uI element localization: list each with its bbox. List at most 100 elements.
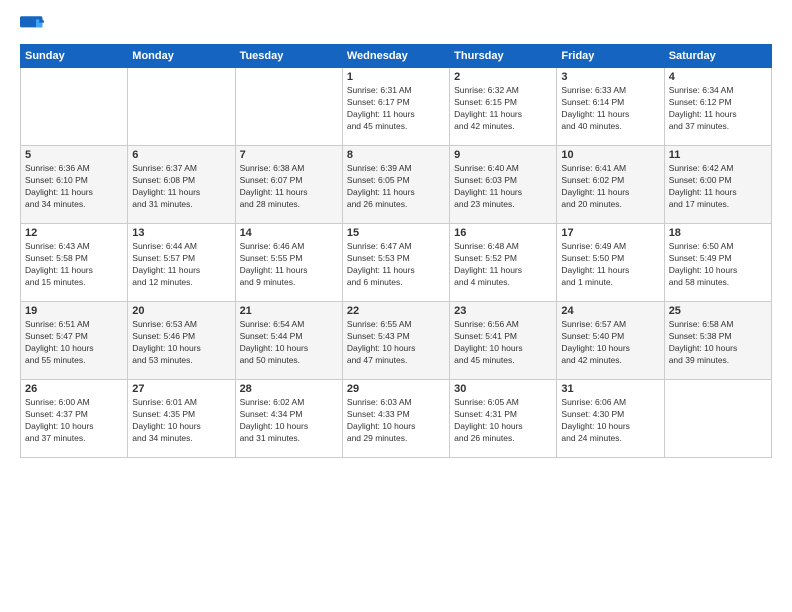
calendar-cell: 2 Sunrise: 6:32 AM Sunset: 6:15 PM Daylig… bbox=[450, 68, 557, 146]
calendar-cell: 23Sunrise: 6:56 AM Sunset: 5:41 PM Dayli… bbox=[450, 302, 557, 380]
day-number: 12 bbox=[25, 227, 123, 239]
day-info: Sunrise: 6:51 AM Sunset: 5:47 PM Dayligh… bbox=[25, 319, 123, 367]
day-number: 10 bbox=[561, 149, 659, 161]
day-number: 31 bbox=[561, 383, 659, 395]
calendar-cell: 22 Sunrise: 6:55 AM Sunset: 5:43 PM Dayli… bbox=[342, 302, 449, 380]
day-info: Sunrise: 6:58 AM Sunset: 5:38 PM Dayligh… bbox=[669, 319, 767, 367]
day-number: 26 bbox=[25, 383, 123, 395]
day-info: Sunrise: 6:53 AM Sunset: 5:46 PM Dayligh… bbox=[132, 319, 230, 367]
calendar-cell: 18 Sunrise: 6:50 AM Sunset: 5:49 PM Dayli… bbox=[664, 224, 771, 302]
day-number: 1 bbox=[347, 71, 445, 83]
week-row-1: 1 Sunrise: 6:31 AM Sunset: 6:17 PM Daylig… bbox=[21, 68, 772, 146]
calendar-cell: 29 Sunrise: 6:03 AM Sunset: 4:33 PM Dayli… bbox=[342, 380, 449, 458]
calendar-cell: 19 Sunrise: 6:51 AM Sunset: 5:47 PM Dayli… bbox=[21, 302, 128, 380]
week-row-5: 26 Sunrise: 6:00 AM Sunset: 4:37 PM Dayli… bbox=[21, 380, 772, 458]
calendar-cell: 5 Sunrise: 6:36 AM Sunset: 6:10 PM Daylig… bbox=[21, 146, 128, 224]
calendar-cell: 31Sunrise: 6:06 AM Sunset: 4:30 PM Dayli… bbox=[557, 380, 664, 458]
calendar-cell: 15 Sunrise: 6:47 AM Sunset: 5:53 PM Dayli… bbox=[342, 224, 449, 302]
calendar-cell: 16 Sunrise: 6:48 AM Sunset: 5:52 PM Dayli… bbox=[450, 224, 557, 302]
day-number: 4 bbox=[669, 71, 767, 83]
calendar-cell: 24Sunrise: 6:57 AM Sunset: 5:40 PM Dayli… bbox=[557, 302, 664, 380]
calendar-cell: 11Sunrise: 6:42 AM Sunset: 6:00 PM Dayli… bbox=[664, 146, 771, 224]
day-number: 28 bbox=[240, 383, 338, 395]
weekday-header-friday: Friday bbox=[557, 45, 664, 68]
calendar-cell: 26 Sunrise: 6:00 AM Sunset: 4:37 PM Dayli… bbox=[21, 380, 128, 458]
day-number: 19 bbox=[25, 305, 123, 317]
calendar-cell: 27 Sunrise: 6:01 AM Sunset: 4:35 PM Dayli… bbox=[128, 380, 235, 458]
calendar-cell bbox=[664, 380, 771, 458]
day-info: Sunrise: 6:54 AM Sunset: 5:44 PM Dayligh… bbox=[240, 319, 338, 367]
day-info: Sunrise: 6:31 AM Sunset: 6:17 PM Dayligh… bbox=[347, 85, 445, 133]
day-number: 2 bbox=[454, 71, 552, 83]
calendar-cell: 6 Sunrise: 6:37 AM Sunset: 6:08 PM Daylig… bbox=[128, 146, 235, 224]
weekday-header-thursday: Thursday bbox=[450, 45, 557, 68]
day-number: 16 bbox=[454, 227, 552, 239]
day-info: Sunrise: 6:50 AM Sunset: 5:49 PM Dayligh… bbox=[669, 241, 767, 289]
calendar-cell: 3Sunrise: 6:33 AM Sunset: 6:14 PM Daylig… bbox=[557, 68, 664, 146]
calendar-cell: 9 Sunrise: 6:40 AM Sunset: 6:03 PM Daylig… bbox=[450, 146, 557, 224]
day-number: 25 bbox=[669, 305, 767, 317]
calendar-cell: 25 Sunrise: 6:58 AM Sunset: 5:38 PM Dayli… bbox=[664, 302, 771, 380]
day-info: Sunrise: 6:33 AM Sunset: 6:14 PM Dayligh… bbox=[561, 85, 659, 133]
calendar-cell: 13 Sunrise: 6:44 AM Sunset: 5:57 PM Dayli… bbox=[128, 224, 235, 302]
day-info: Sunrise: 6:40 AM Sunset: 6:03 PM Dayligh… bbox=[454, 163, 552, 211]
day-info: Sunrise: 6:55 AM Sunset: 5:43 PM Dayligh… bbox=[347, 319, 445, 367]
day-info: Sunrise: 6:38 AM Sunset: 6:07 PM Dayligh… bbox=[240, 163, 338, 211]
weekday-header-monday: Monday bbox=[128, 45, 235, 68]
day-number: 9 bbox=[454, 149, 552, 161]
day-info: Sunrise: 6:02 AM Sunset: 4:34 PM Dayligh… bbox=[240, 397, 338, 445]
day-number: 15 bbox=[347, 227, 445, 239]
day-info: Sunrise: 6:05 AM Sunset: 4:31 PM Dayligh… bbox=[454, 397, 552, 445]
calendar-cell: 7 Sunrise: 6:38 AM Sunset: 6:07 PM Daylig… bbox=[235, 146, 342, 224]
calendar-cell: 30 Sunrise: 6:05 AM Sunset: 4:31 PM Dayli… bbox=[450, 380, 557, 458]
day-info: Sunrise: 6:36 AM Sunset: 6:10 PM Dayligh… bbox=[25, 163, 123, 211]
week-row-4: 19 Sunrise: 6:51 AM Sunset: 5:47 PM Dayli… bbox=[21, 302, 772, 380]
day-info: Sunrise: 6:46 AM Sunset: 5:55 PM Dayligh… bbox=[240, 241, 338, 289]
day-info: Sunrise: 6:03 AM Sunset: 4:33 PM Dayligh… bbox=[347, 397, 445, 445]
day-number: 30 bbox=[454, 383, 552, 395]
day-info: Sunrise: 6:48 AM Sunset: 5:52 PM Dayligh… bbox=[454, 241, 552, 289]
day-info: Sunrise: 6:37 AM Sunset: 6:08 PM Dayligh… bbox=[132, 163, 230, 211]
day-info: Sunrise: 6:49 AM Sunset: 5:50 PM Dayligh… bbox=[561, 241, 659, 289]
day-number: 29 bbox=[347, 383, 445, 395]
day-info: Sunrise: 6:32 AM Sunset: 6:15 PM Dayligh… bbox=[454, 85, 552, 133]
weekday-header-sunday: Sunday bbox=[21, 45, 128, 68]
day-info: Sunrise: 6:34 AM Sunset: 6:12 PM Dayligh… bbox=[669, 85, 767, 133]
day-info: Sunrise: 6:39 AM Sunset: 6:05 PM Dayligh… bbox=[347, 163, 445, 211]
calendar-cell bbox=[21, 68, 128, 146]
calendar-cell: 20 Sunrise: 6:53 AM Sunset: 5:46 PM Dayli… bbox=[128, 302, 235, 380]
header bbox=[20, 16, 772, 34]
day-info: Sunrise: 6:44 AM Sunset: 5:57 PM Dayligh… bbox=[132, 241, 230, 289]
day-number: 6 bbox=[132, 149, 230, 161]
day-number: 22 bbox=[347, 305, 445, 317]
day-info: Sunrise: 6:42 AM Sunset: 6:00 PM Dayligh… bbox=[669, 163, 767, 211]
week-row-2: 5 Sunrise: 6:36 AM Sunset: 6:10 PM Daylig… bbox=[21, 146, 772, 224]
calendar-cell: 4 Sunrise: 6:34 AM Sunset: 6:12 PM Daylig… bbox=[664, 68, 771, 146]
weekday-header-wednesday: Wednesday bbox=[342, 45, 449, 68]
calendar-cell: 17 Sunrise: 6:49 AM Sunset: 5:50 PM Dayli… bbox=[557, 224, 664, 302]
logo-icon bbox=[20, 16, 44, 34]
day-number: 13 bbox=[132, 227, 230, 239]
calendar-table: SundayMondayTuesdayWednesdayThursdayFrid… bbox=[20, 44, 772, 458]
calendar-cell bbox=[235, 68, 342, 146]
day-number: 7 bbox=[240, 149, 338, 161]
day-info: Sunrise: 6:47 AM Sunset: 5:53 PM Dayligh… bbox=[347, 241, 445, 289]
weekday-header-saturday: Saturday bbox=[664, 45, 771, 68]
day-number: 5 bbox=[25, 149, 123, 161]
day-number: 18 bbox=[669, 227, 767, 239]
day-number: 20 bbox=[132, 305, 230, 317]
day-info: Sunrise: 6:00 AM Sunset: 4:37 PM Dayligh… bbox=[25, 397, 123, 445]
day-info: Sunrise: 6:43 AM Sunset: 5:58 PM Dayligh… bbox=[25, 241, 123, 289]
day-number: 17 bbox=[561, 227, 659, 239]
calendar-cell bbox=[128, 68, 235, 146]
day-info: Sunrise: 6:01 AM Sunset: 4:35 PM Dayligh… bbox=[132, 397, 230, 445]
day-info: Sunrise: 6:57 AM Sunset: 5:40 PM Dayligh… bbox=[561, 319, 659, 367]
calendar-cell: 8 Sunrise: 6:39 AM Sunset: 6:05 PM Daylig… bbox=[342, 146, 449, 224]
day-number: 8 bbox=[347, 149, 445, 161]
weekday-header-row: SundayMondayTuesdayWednesdayThursdayFrid… bbox=[21, 45, 772, 68]
week-row-3: 12 Sunrise: 6:43 AM Sunset: 5:58 PM Dayli… bbox=[21, 224, 772, 302]
day-number: 21 bbox=[240, 305, 338, 317]
calendar-cell: 28 Sunrise: 6:02 AM Sunset: 4:34 PM Dayli… bbox=[235, 380, 342, 458]
day-number: 27 bbox=[132, 383, 230, 395]
day-number: 23 bbox=[454, 305, 552, 317]
